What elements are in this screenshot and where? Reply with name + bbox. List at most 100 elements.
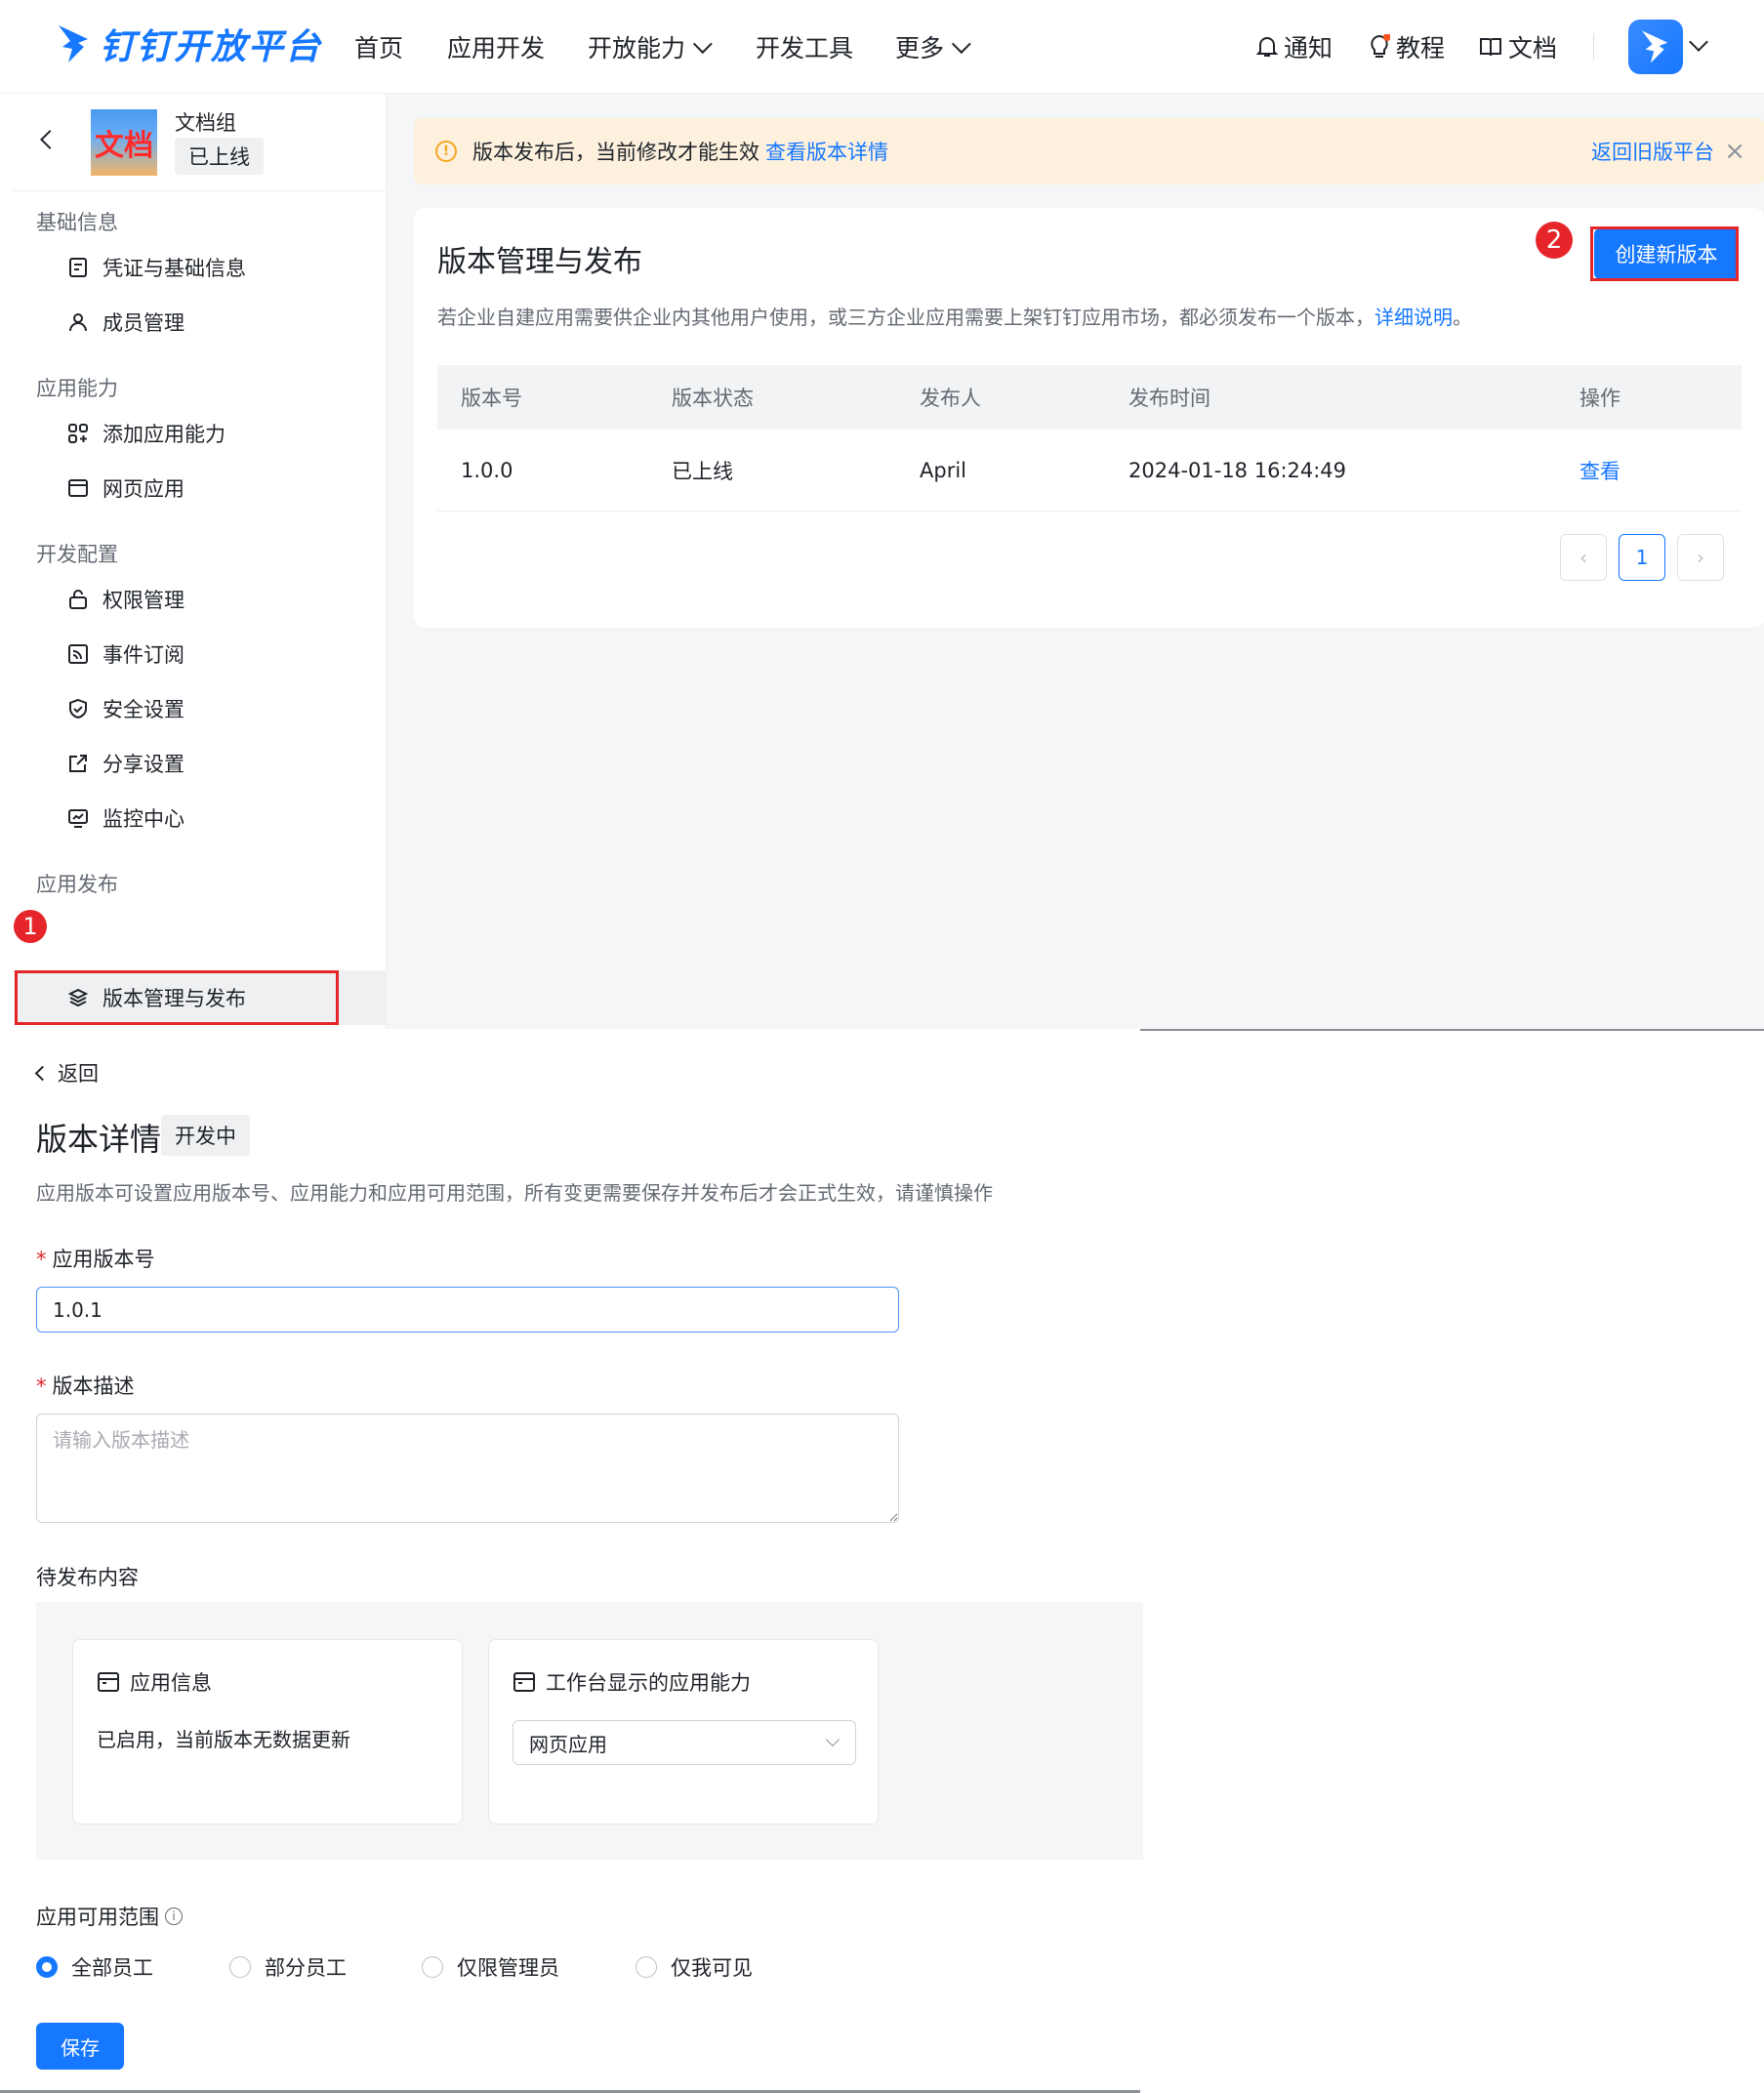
col-version: 版本号 (461, 387, 522, 410)
capability-card-title: 工作台显示的应用能力 (513, 1667, 751, 1697)
sidebar-item-web-app[interactable]: 网页应用 (14, 461, 387, 515)
dingtalk-logo[interactable]: 钉钉开放平台 (57, 20, 322, 68)
pager-next-button[interactable]: › (1677, 534, 1724, 581)
sidebar-item-permissions[interactable]: 权限管理 (14, 572, 387, 627)
required-mark: * (36, 1248, 47, 1271)
radio-label: 部分员工 (265, 1956, 347, 1980)
col-action: 操作 (1579, 387, 1620, 410)
app-name: 文档组 (175, 111, 236, 135)
radio-dot (636, 1956, 657, 1978)
divider (1140, 1029, 1764, 1031)
lock-icon (69, 590, 87, 609)
notice-banner: ! 版本发布后，当前修改才能生效 查看版本详情 返回旧版平台 × (414, 118, 1764, 185)
pager-page-button[interactable]: 1 (1619, 534, 1665, 581)
status-badge: 开发中 (161, 1115, 250, 1156)
radio-admins-only[interactable]: 仅限管理员 (422, 1952, 559, 1982)
workbench-capability-card: 工作台显示的应用能力 网页应用 (488, 1639, 879, 1825)
nav-home[interactable]: 首页 (354, 29, 403, 64)
chevron-down-icon (692, 34, 713, 55)
version-desc-label-text: 版本描述 (52, 1375, 135, 1398)
radio-only-me[interactable]: 仅我可见 (636, 1952, 753, 1982)
radio-label: 仅限管理员 (457, 1956, 559, 1980)
chevron-down-icon (825, 1732, 841, 1747)
notice-text: 版本发布后，当前修改才能生效 (472, 141, 759, 164)
sidebar-item-label: 凭证与基础信息 (103, 257, 246, 280)
book-icon (1480, 38, 1501, 57)
card-desc-text: 若企业自建应用需要供企业内其他用户使用，或三方企业应用需要上架钉钉应用市场，都必… (437, 306, 1374, 329)
docs-label: 文档 (1508, 34, 1558, 62)
app-status-badge: 已上线 (175, 138, 264, 175)
info-icon[interactable]: i (165, 1908, 183, 1925)
chevron-down-icon[interactable] (1689, 32, 1708, 52)
notify-label: 通知 (1284, 34, 1333, 62)
version-number-input[interactable] (36, 1287, 899, 1333)
sidebar-item-credentials[interactable]: 凭证与基础信息 (14, 240, 387, 295)
version-desc-textarea[interactable] (36, 1414, 899, 1523)
detail-title: 版本详情 (36, 1121, 162, 1158)
radio-label: 仅我可见 (671, 1956, 753, 1980)
nav-app-dev[interactable]: 应用开发 (447, 29, 545, 64)
annotation-step-marker: 2 (1536, 222, 1573, 259)
credential-icon (69, 258, 87, 277)
info-icon: ! (435, 141, 457, 162)
sidebar-item-share[interactable]: 分享设置 (14, 736, 387, 791)
docs-link[interactable]: 文档 (1479, 29, 1557, 64)
sidebar-item-label: 监控中心 (103, 807, 185, 831)
col-status: 版本状态 (672, 387, 754, 410)
create-version-button[interactable]: 创建新版本 (1594, 228, 1739, 279)
sidebar-item-monitor[interactable]: 监控中心 (14, 791, 387, 845)
cell-version: 1.0.0 (461, 458, 513, 482)
back-arrow-icon[interactable] (40, 130, 60, 149)
chevron-down-icon (951, 34, 971, 55)
radio-dot (36, 1956, 58, 1978)
annotation-highlight-box (15, 970, 339, 1025)
lightbulb-icon (1371, 34, 1390, 58)
tutorial-label: 教程 (1396, 34, 1446, 62)
nav-open-capabilities[interactable]: 开放能力 (588, 29, 713, 64)
details-link[interactable]: 详细说明 (1374, 306, 1453, 329)
dingtalk-logo-icon (59, 25, 88, 62)
page-title: 版本管理与发布 (437, 245, 642, 279)
card-description: 若企业自建应用需要供企业内其他用户使用，或三方企业应用需要上架钉钉应用市场，都必… (437, 302, 1472, 330)
sidebar-item-members[interactable]: 成员管理 (14, 295, 387, 349)
pager-prev-button[interactable]: ‹ (1560, 534, 1607, 581)
cell-publisher: April (920, 458, 966, 482)
sidebar-item-events[interactable]: 事件订阅 (14, 627, 387, 681)
sidebar-item-label: 安全设置 (103, 698, 185, 721)
view-version-details-link[interactable]: 查看版本详情 (765, 137, 888, 166)
sidebar-item-label: 事件订阅 (103, 643, 185, 667)
version-desc-label: * 版本描述 (36, 1371, 135, 1400)
col-time: 发布时间 (1128, 387, 1210, 410)
radio-dot (229, 1956, 251, 1978)
capability-title: 工作台显示的应用能力 (546, 1671, 751, 1695)
nav-more-label: 更多 (895, 34, 945, 62)
notify-link[interactable]: 通知 (1256, 29, 1333, 64)
tutorial-link[interactable]: 教程 (1369, 29, 1445, 64)
back-to-old-platform-link[interactable]: 返回旧版平台 (1591, 137, 1714, 166)
save-button[interactable]: 保存 (36, 2023, 124, 2070)
top-navbar: 钉钉开放平台 首页 应用开发 开放能力 开发工具 更多 通知 教程 文档 (0, 0, 1764, 94)
version-card: 版本管理与发布 若企业自建应用需要供企业内其他用户使用，或三方企业应用需要上架钉… (414, 208, 1764, 628)
nav-dev-tools[interactable]: 开发工具 (756, 29, 853, 64)
close-icon[interactable]: × (1724, 137, 1745, 166)
nav-open-capabilities-label: 开放能力 (588, 34, 686, 62)
user-avatar[interactable] (1628, 20, 1683, 74)
view-link[interactable]: 查看 (1579, 456, 1620, 485)
capability-select-value: 网页应用 (529, 1732, 607, 1756)
radio-label: 全部员工 (71, 1956, 153, 1980)
radio-dot (422, 1956, 443, 1978)
capability-select[interactable]: 网页应用 (513, 1720, 856, 1765)
radio-some-staff[interactable]: 部分员工 (229, 1952, 347, 1982)
nav-divider (1593, 33, 1594, 61)
monitor-icon (68, 809, 88, 828)
sidebar-item-security[interactable]: 安全设置 (14, 681, 387, 736)
bell-icon (1256, 37, 1278, 57)
table-row: 1.0.0 已上线 April 2024-01-18 16:24:49 查看 (437, 430, 1742, 512)
back-link[interactable]: 返回 (34, 1058, 99, 1088)
nav-more[interactable]: 更多 (895, 29, 971, 64)
radio-all-staff[interactable]: 全部员工 (36, 1952, 153, 1982)
sidebar-item-add-capability[interactable]: 添加应用能力 (14, 406, 387, 461)
sidebar-item-label: 添加应用能力 (103, 423, 226, 446)
sidebar-item-label: 网页应用 (103, 477, 185, 501)
sidebar-group-dev-config: 开发配置 (36, 543, 118, 566)
